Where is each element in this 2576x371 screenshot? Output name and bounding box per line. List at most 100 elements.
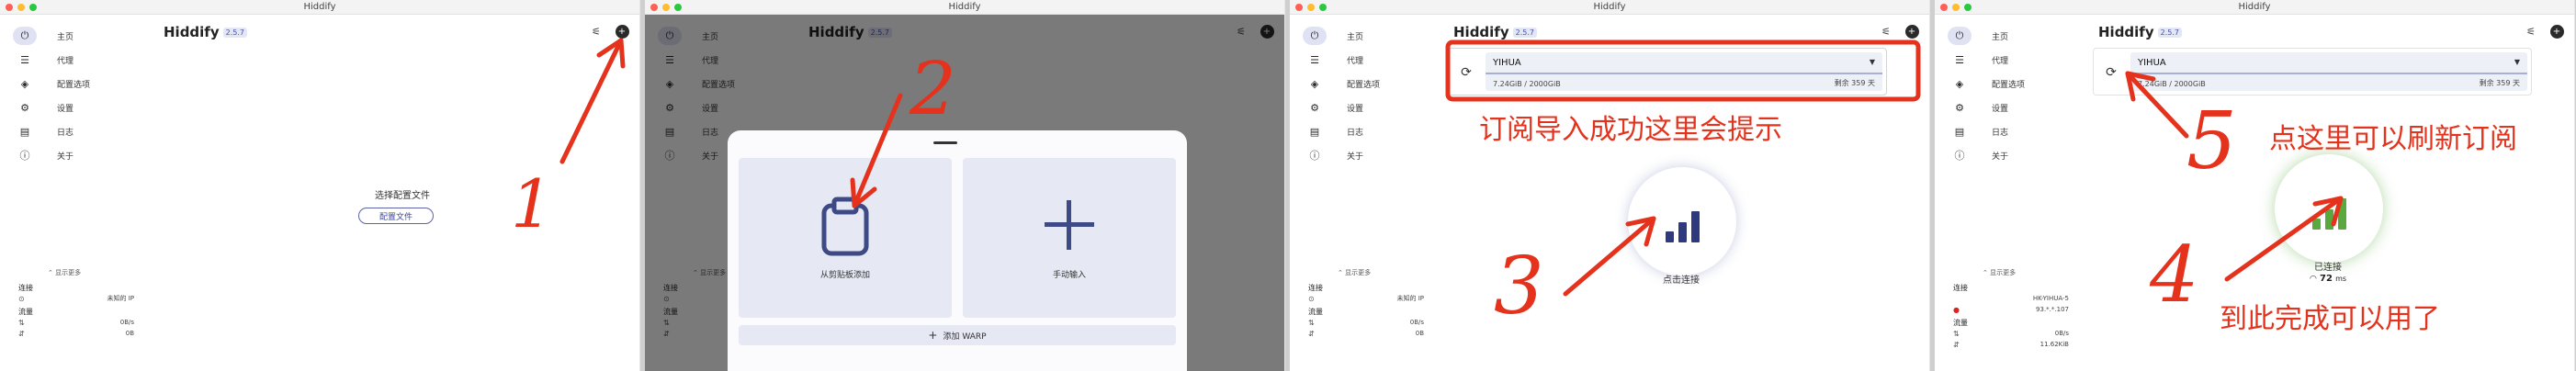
- signal-bar-2: [2324, 209, 2333, 230]
- sidebar-item-home[interactable]: ⏻主页: [1303, 24, 1431, 48]
- refresh-profile-button[interactable]: ⟳: [2099, 61, 2123, 84]
- sidebar: ⏻主页 ☰代理 ◈配置选项 ⚙设置 ▤日志 ⓘ关于: [1948, 24, 2076, 167]
- upload-row: ⇅0B/s: [18, 318, 134, 327]
- window-titlebar: Hiddify: [1290, 0, 1929, 15]
- annotation-step-3: 3: [1494, 241, 1544, 332]
- select-profile-button[interactable]: 配置文件: [358, 208, 434, 224]
- sidebar-item-about[interactable]: ⓘ关于: [13, 143, 141, 167]
- stats-panel: ⌃ 显示更多 连接 ⊙未知的 IP 流量 ⇅0B/s ⇵0B: [1308, 268, 1424, 339]
- sidebar-item-home[interactable]: ⏻主页: [13, 24, 141, 48]
- chevron-down-icon: ▼: [2514, 58, 2520, 66]
- signal-bar-3: [1690, 211, 1700, 242]
- sheet-handle[interactable]: [933, 141, 957, 144]
- profile-selector[interactable]: YIHUA ▼ 7.24GiB / 2000GiB 剩余 359 天: [1486, 52, 1882, 91]
- stats-panel: ⌃ 显示更多 连接 ⊙未知的 IP 流量 ⇅0B/s ⇵0B: [18, 268, 134, 339]
- annotation-step-5: 5: [2186, 96, 2237, 187]
- annotation-done-hint: 到此完成可以用了: [2220, 303, 2440, 335]
- plus-icon: +: [1904, 24, 1919, 39]
- sidebar-item-settings[interactable]: ⚙设置: [1948, 96, 2076, 119]
- power-icon: ⏻: [13, 27, 37, 45]
- show-more-toggle[interactable]: ⌃ 显示更多: [1338, 268, 1424, 277]
- quick-settings-button[interactable]: ⚟: [588, 24, 604, 39]
- refresh-icon: ⟳: [2106, 65, 2117, 80]
- layers-icon: ◈: [20, 77, 29, 90]
- download-row: ⇵0B: [1308, 329, 1424, 338]
- sidebar-item-settings[interactable]: ⚙设置: [1303, 96, 1431, 119]
- sidebar-item-logs[interactable]: ▤日志: [1303, 119, 1431, 143]
- manual-entry-button[interactable]: 手动输入: [963, 158, 1176, 318]
- quick-settings-button[interactable]: ⚟: [1878, 24, 1894, 39]
- power-icon: ⏻: [1303, 27, 1327, 45]
- add-profile-button[interactable]: +: [614, 24, 630, 39]
- sidebar-item-about[interactable]: ⓘ关于: [1303, 143, 1431, 167]
- add-warp-button[interactable]: + 添加 WARP: [739, 325, 1176, 345]
- sidebar: ⏻主页 ☰代理 ◈配置选项 ⚙设置 ▤日志 ⓘ关于: [1303, 24, 1431, 167]
- sidebar-item-logs[interactable]: ▤日志: [1948, 119, 2076, 143]
- app-title: Hiddify2.5.7: [2098, 24, 2182, 40]
- sidebar-item-profiles[interactable]: ◈配置选项: [1303, 72, 1431, 96]
- connection-status: 点击连接: [1663, 275, 1700, 286]
- window-title: Hiddify: [2238, 2, 2271, 12]
- upload-row: ⇅0B/s: [1308, 318, 1424, 327]
- plus-icon-svg: [1045, 199, 1094, 250]
- upload-row: ⇅0B/s: [1953, 329, 2069, 338]
- sidebar-item-about[interactable]: ⓘ关于: [1948, 143, 2076, 167]
- signal-bar-1: [1665, 231, 1674, 242]
- ip-row: ⊙未知的 IP: [18, 294, 134, 303]
- sidebar: ⏻主页 ☰代理 ◈配置选项 ⚙设置 ▤日志 ⓘ关于: [13, 24, 141, 167]
- add-profile-button[interactable]: +: [1904, 24, 1920, 39]
- profile-name: YIHUA: [2138, 58, 2166, 68]
- sliders-icon: ⚟: [592, 25, 601, 38]
- refresh-profile-button[interactable]: ⟳: [1454, 61, 1478, 84]
- add-profile-button[interactable]: +: [2548, 24, 2565, 39]
- version-badge: 2.5.7: [1512, 28, 1537, 38]
- add-from-clipboard-button[interactable]: 从剪贴板添加: [739, 158, 952, 318]
- show-more-toggle[interactable]: ⌃ 显示更多: [1983, 268, 2069, 277]
- quick-settings-button[interactable]: ⚟: [2523, 24, 2539, 39]
- info-icon: ⓘ: [1309, 150, 1320, 162]
- usage-bar: [2130, 73, 2527, 74]
- clipboard-icon: [819, 197, 872, 257]
- app-title: Hiddify2.5.7: [164, 24, 247, 40]
- profile-remaining: 剩余 359 天: [1834, 79, 1875, 87]
- profile-name: YIHUA: [1493, 58, 1521, 68]
- window-title: Hiddify: [948, 2, 981, 12]
- sidebar-item-proxy[interactable]: ☰代理: [13, 48, 141, 72]
- version-badge: 2.5.7: [2157, 28, 2182, 38]
- traffic-header: 流量: [1953, 319, 1968, 327]
- window-title: Hiddify: [1593, 2, 1626, 12]
- show-more-toggle[interactable]: ⌃ 显示更多: [48, 268, 134, 277]
- sidebar-item-settings[interactable]: ⚙设置: [13, 96, 141, 119]
- document-icon: ▤: [1309, 125, 1320, 138]
- power-icon: ⏻: [1948, 27, 1972, 45]
- version-badge: 2.5.7: [222, 28, 247, 38]
- connection-status: 已连接: [2314, 263, 2342, 273]
- profile-usage: 7.24GiB / 2000GiB: [2138, 80, 2206, 88]
- gear-icon: ⚙: [20, 101, 29, 114]
- ip-icon: ⊙: [18, 294, 25, 303]
- sidebar-item-home[interactable]: ⏻主页: [1948, 24, 2076, 48]
- signal-bar-2: [1678, 222, 1687, 242]
- connect-button[interactable]: [2275, 154, 2383, 263]
- window-titlebar: Hiddify: [1935, 0, 2574, 15]
- profile-remaining: 剩余 359 天: [2479, 79, 2520, 87]
- app-title: Hiddify2.5.7: [1453, 24, 1537, 40]
- sidebar-item-logs[interactable]: ▤日志: [13, 119, 141, 143]
- sidebar-item-profiles[interactable]: ◈配置选项: [13, 72, 141, 96]
- traffic-header: 流量: [18, 308, 33, 316]
- sidebar-item-profiles[interactable]: ◈配置选项: [1948, 72, 2076, 96]
- wifi-icon: ◠: [2309, 275, 2317, 284]
- gear-icon: ⚙: [1955, 101, 1964, 114]
- arrow-updown-icon: ⇵: [18, 329, 25, 338]
- location-row: HK-YIHUA-5: [2032, 295, 2069, 302]
- connect-button[interactable]: [1628, 167, 1736, 275]
- signal-bar-1: [2311, 219, 2321, 230]
- annotation-refresh-hint: 点这里可以刷新订阅: [2269, 123, 2517, 155]
- chevron-down-icon: ▼: [1869, 58, 1875, 66]
- profile-selector[interactable]: YIHUA ▼ 7.24GiB / 2000GiB 剩余 359 天: [2130, 52, 2527, 91]
- flag-icon: ●: [1953, 305, 1960, 314]
- sidebar-item-proxy[interactable]: ☰代理: [1948, 48, 2076, 72]
- annotation-step-1: 1: [511, 165, 553, 242]
- signal-bar-3: [2337, 198, 2346, 230]
- sidebar-item-proxy[interactable]: ☰代理: [1303, 48, 1431, 72]
